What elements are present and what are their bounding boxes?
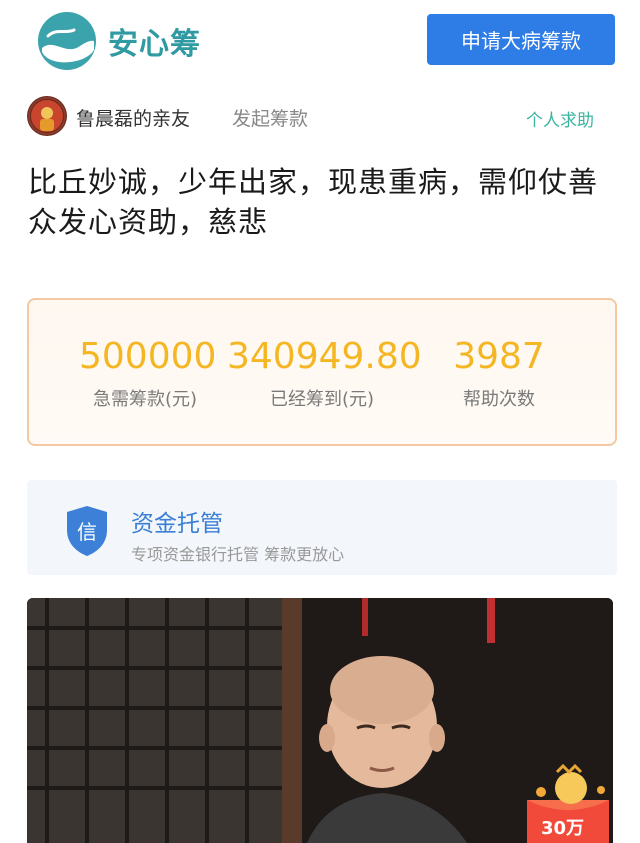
stat-target-label: 急需筹款(元) [92, 389, 198, 410]
logo-icon [38, 12, 96, 70]
logo-text: 安心筹 [108, 27, 201, 62]
apply-fundraising-button[interactable]: 申请大病筹款 [427, 14, 615, 65]
shield-icon: 信 [67, 506, 107, 556]
stat-help-count-value: 3987 [453, 336, 545, 377]
fund-custody-banner[interactable]: 信 资金托管 专项资金银行托管 筹款更放心 [27, 480, 617, 575]
stat-raised: 340949.80 已经筹到(元) [227, 336, 422, 411]
custody-title: 资金托管 [131, 511, 223, 537]
organizer-name[interactable]: 鲁晨磊的亲友 [76, 104, 190, 131]
red-envelope-amount: 30万 [541, 818, 585, 839]
custody-subtitle: 专项资金银行托管 筹款更放心 [131, 545, 345, 564]
stat-help-count-label: 帮助次数 [463, 389, 535, 410]
stat-target: 500000 急需筹款(元) [79, 336, 217, 411]
organizer-action: 发起筹款 [232, 108, 309, 130]
campaign-title: 比丘妙诚，少年出家，现患重病，需仰仗善众发心资助，慈悲 [28, 165, 599, 239]
stats-panel: 500000 急需筹款(元) 340949.80 已经筹到(元) 3987 帮助… [27, 298, 617, 446]
shield-icon-char: 信 [77, 520, 97, 544]
avatar[interactable] [27, 96, 67, 136]
stat-help-count: 3987 帮助次数 [449, 336, 549, 411]
help-type-tag: 个人求助 [526, 111, 594, 131]
stat-raised-label: 已经筹到(元) [269, 389, 375, 410]
stat-target-value: 500000 [79, 336, 217, 377]
organizer-row: 鲁晨磊的亲友 发起筹款 个人求助 [0, 92, 640, 140]
avatar-image [27, 96, 67, 136]
header: 安心筹 申请大病筹款 [0, 0, 640, 82]
app-logo[interactable]: 安心筹 [36, 10, 201, 72]
stat-raised-value: 340949.80 [227, 336, 422, 377]
